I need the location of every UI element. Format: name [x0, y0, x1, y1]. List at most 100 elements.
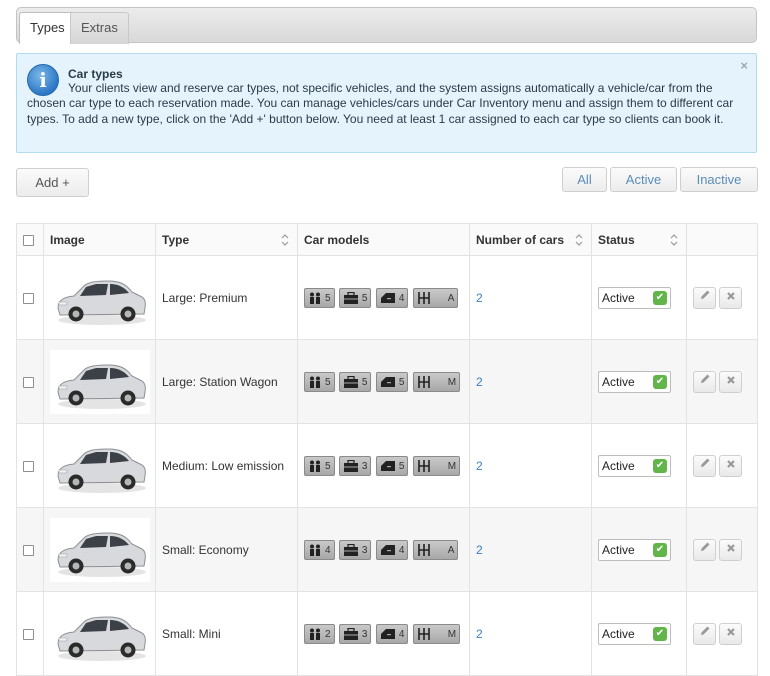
header-status[interactable]: Status [591, 223, 687, 256]
row-checkbox[interactable] [23, 544, 34, 556]
luggage-badge: 5 [338, 287, 372, 308]
tab-types[interactable]: Types [19, 12, 76, 44]
row-checkbox[interactable] [23, 376, 34, 388]
pencil-icon [700, 458, 709, 467]
select-all-checkbox[interactable] [23, 234, 34, 246]
close-icon [726, 627, 735, 636]
passengers-badge: 5 [304, 455, 335, 476]
status-select[interactable]: Active ✔ [598, 538, 671, 561]
gearbox-icon [417, 459, 430, 472]
passengers-value: 5 [325, 460, 331, 472]
car-image [50, 601, 150, 666]
sort-icon[interactable] [281, 233, 289, 247]
luggage-icon [343, 627, 358, 640]
status-select[interactable]: Active ✔ [598, 622, 671, 645]
passengers-icon [310, 376, 320, 388]
car-models-cell: 2 3 4 M [297, 591, 470, 676]
header-type-label: Type [162, 232, 190, 247]
row-checkbox[interactable] [23, 628, 34, 640]
door-icon [380, 376, 395, 387]
row-actions-cell [686, 255, 758, 340]
gearbox-icon [417, 375, 430, 388]
number-of-cars-cell: 2 [469, 507, 592, 592]
number-of-cars-link[interactable]: 2 [476, 291, 483, 305]
car-type-label: Small: Economy [162, 542, 249, 557]
car-spec-badges: 2 3 4 M [304, 623, 463, 644]
header-type[interactable]: Type [155, 223, 298, 256]
status-select[interactable]: Active ✔ [598, 454, 671, 477]
doors-badge: 5 [375, 371, 409, 392]
status-cell: Active ✔ [591, 423, 687, 508]
passengers-badge: 2 [304, 623, 335, 644]
status-select[interactable]: Active ✔ [598, 370, 671, 393]
delete-button[interactable] [719, 454, 742, 477]
edit-button[interactable] [693, 454, 716, 477]
table-row: Medium: Low emission 5 3 5 M 2 Active ✔ [16, 423, 758, 508]
header-number-of-cars[interactable]: Number of cars [469, 223, 592, 256]
row-actions-cell [686, 423, 758, 508]
close-icon[interactable]: × [740, 58, 748, 73]
luggage-value: 3 [361, 628, 368, 640]
doors-value: 4 [398, 628, 405, 640]
gearbox-icon [417, 543, 430, 556]
car-type-label: Large: Station Wagon [162, 374, 278, 389]
close-icon [726, 375, 735, 384]
luggage-value: 3 [361, 460, 368, 472]
delete-button[interactable] [719, 370, 742, 393]
car-types-table: Image Type Car models Number of cars Sta… [16, 223, 758, 676]
doors-value: 5 [398, 460, 405, 472]
car-image-cell [43, 339, 156, 424]
sort-icon[interactable] [575, 233, 583, 247]
luggage-badge: 3 [338, 539, 372, 560]
delete-button[interactable] [719, 286, 742, 309]
doors-value: 4 [398, 292, 405, 304]
filter-active-button[interactable]: Active [610, 167, 677, 192]
luggage-value: 5 [361, 292, 368, 304]
edit-button[interactable] [693, 538, 716, 561]
delete-button[interactable] [719, 538, 742, 561]
doors-badge: 5 [375, 455, 409, 476]
table-row: Large: Premium 5 5 4 A 2 Active ✔ [16, 255, 758, 340]
transmission-value: M [447, 376, 457, 388]
transmission-badge: M [412, 623, 461, 644]
number-of-cars-link[interactable]: 2 [476, 627, 483, 641]
delete-button[interactable] [719, 622, 742, 645]
tab-extras[interactable]: Extras [70, 12, 129, 44]
passengers-value: 2 [325, 628, 331, 640]
status-value: Active [602, 290, 635, 305]
edit-button[interactable] [693, 286, 716, 309]
number-of-cars-link[interactable]: 2 [476, 459, 483, 473]
number-of-cars-link[interactable]: 2 [476, 375, 483, 389]
car-image-cell [43, 591, 156, 676]
pencil-icon [700, 290, 709, 299]
info-notice: i Car types Your clients view and reserv… [16, 53, 757, 153]
doors-badge: 4 [375, 539, 409, 560]
number-of-cars-link[interactable]: 2 [476, 543, 483, 557]
header-number-label: Number of cars [476, 232, 565, 247]
row-checkbox[interactable] [23, 460, 34, 472]
table-row: Small: Mini 2 3 4 M 2 Active ✔ [16, 591, 758, 676]
status-value: Active [602, 374, 635, 389]
filter-all-button[interactable]: All [562, 167, 607, 192]
table-row: Small: Economy 4 3 4 A 2 Active ✔ [16, 507, 758, 592]
filter-inactive-button[interactable]: Inactive [680, 167, 758, 192]
row-select-cell [16, 591, 44, 676]
table-row: Large: Station Wagon 5 5 5 M 2 Active ✔ [16, 339, 758, 424]
car-image [50, 433, 150, 498]
status-cell: Active ✔ [591, 591, 687, 676]
car-spec-badges: 5 5 4 A [304, 287, 463, 308]
close-icon [726, 291, 735, 300]
gearbox-icon [417, 627, 430, 640]
add-button[interactable]: Add + [16, 168, 89, 197]
check-icon: ✔ [653, 374, 667, 389]
header-image: Image [43, 223, 156, 256]
row-checkbox[interactable] [23, 292, 34, 304]
number-of-cars-cell: 2 [469, 423, 592, 508]
luggage-icon [343, 291, 358, 304]
sort-icon[interactable] [670, 233, 678, 247]
edit-button[interactable] [693, 622, 716, 645]
passengers-badge: 5 [304, 287, 335, 308]
edit-button[interactable] [693, 370, 716, 393]
status-select[interactable]: Active ✔ [598, 286, 671, 309]
car-spec-badges: 5 5 5 M [304, 371, 463, 392]
